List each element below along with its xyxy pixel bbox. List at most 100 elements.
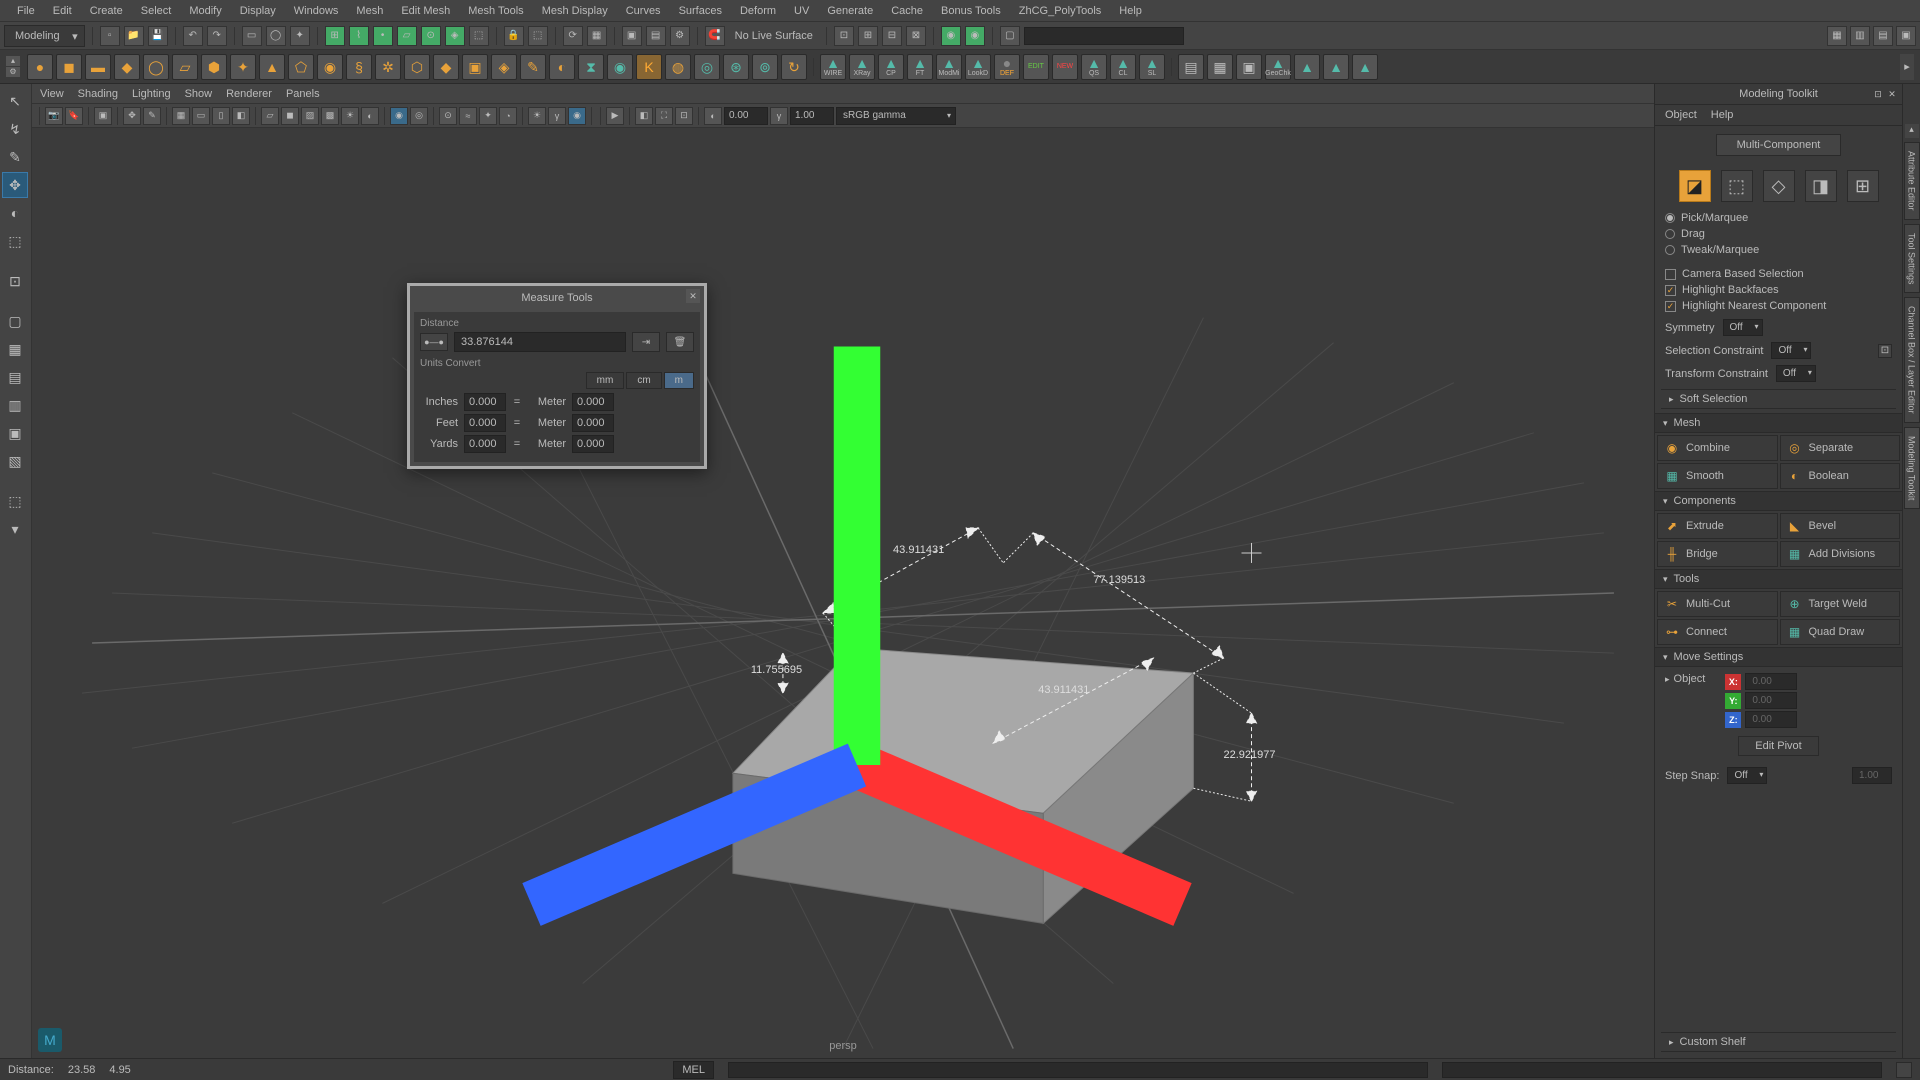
shelf-tab-up-icon[interactable]: ▴: [6, 56, 20, 66]
construction-plane-icon[interactable]: ▦: [587, 26, 607, 46]
shelf-options-icon[interactable]: ⚙: [6, 67, 20, 77]
menu-curves[interactable]: Curves: [617, 2, 670, 20]
motion-blur-icon[interactable]: ≈: [459, 107, 477, 125]
unit-m-button[interactable]: m: [664, 372, 694, 389]
pick-marquee-radio[interactable]: [1665, 213, 1675, 223]
shelf-extra-1-icon[interactable]: ▲: [1294, 54, 1320, 80]
geochk-shelf-icon[interactable]: ▲GeoChk: [1265, 54, 1291, 80]
separate-icon[interactable]: K: [636, 54, 662, 80]
convert-meter-value[interactable]: 0.000: [572, 393, 614, 411]
distance-mode-icon[interactable]: ●—●: [420, 333, 448, 351]
menu-file[interactable]: File: [8, 2, 44, 20]
menu-bonus-tools[interactable]: Bonus Tools: [932, 2, 1010, 20]
undo-icon[interactable]: ↶: [183, 26, 203, 46]
vertex-mode-button[interactable]: ⬚: [1721, 170, 1753, 202]
redo-icon[interactable]: ↷: [207, 26, 227, 46]
convert-yards-value[interactable]: 0.000: [464, 435, 506, 453]
panel-layout-4-icon[interactable]: ▣: [1896, 26, 1916, 46]
custom-shelf-section[interactable]: Custom Shelf: [1661, 1032, 1896, 1052]
edge-mode-button[interactable]: ◇: [1763, 170, 1795, 202]
menu-deform[interactable]: Deform: [731, 2, 785, 20]
convert-meter-value-3[interactable]: 0.000: [572, 435, 614, 453]
convert-inches-value[interactable]: 0.000: [464, 393, 506, 411]
ao-icon[interactable]: ⊙: [439, 107, 457, 125]
shelf-extra-2-icon[interactable]: ▲: [1323, 54, 1349, 80]
lasso-tool-button[interactable]: ↯: [2, 116, 28, 142]
axis-z-value[interactable]: 0.00: [1745, 711, 1797, 728]
lasso-tool-icon[interactable]: ◯: [266, 26, 286, 46]
separate-button[interactable]: ◎Separate: [1780, 435, 1901, 461]
camera-select-icon[interactable]: 📷: [45, 107, 63, 125]
textured-icon[interactable]: ▩: [321, 107, 339, 125]
poly-svg-icon[interactable]: ◈: [491, 54, 517, 80]
move-settings-section[interactable]: Move Settings: [1655, 647, 1902, 667]
unlock-icon[interactable]: ⬚: [528, 26, 548, 46]
collapse-icon[interactable]: ⊡: [675, 107, 693, 125]
panel-layout-2-icon[interactable]: ▥: [1850, 26, 1870, 46]
tab-tool-settings[interactable]: Tool Settings: [1904, 224, 1920, 294]
sculpt-icon[interactable]: ✎: [520, 54, 546, 80]
open-scene-icon[interactable]: 📁: [124, 26, 144, 46]
remesh-icon[interactable]: ⊛: [723, 54, 749, 80]
cp-shelf-icon[interactable]: ▲CP: [878, 54, 904, 80]
menu-uv[interactable]: UV: [785, 2, 818, 20]
image-plane-icon[interactable]: ▣: [94, 107, 112, 125]
poly-platonic-icon[interactable]: ✦: [230, 54, 256, 80]
toolkit-menu-help[interactable]: Help: [1711, 109, 1734, 121]
expand-icon[interactable]: ⛶: [655, 107, 673, 125]
layout-two-h-button[interactable]: ▤: [2, 364, 28, 390]
shelf-scroll-icon[interactable]: ▸: [1900, 54, 1914, 80]
combine-button[interactable]: ◉Combine: [1657, 435, 1778, 461]
triangulate-icon[interactable]: ↻: [781, 54, 807, 80]
fill-hole-icon[interactable]: ◍: [665, 54, 691, 80]
smooth-button[interactable]: ▦Smooth: [1657, 463, 1778, 489]
paint-select-icon[interactable]: ✦: [290, 26, 310, 46]
rotate-tool-button[interactable]: ◐: [2, 200, 28, 226]
lookd-shelf-icon[interactable]: ▲LookD: [965, 54, 991, 80]
menu-surfaces[interactable]: Surfaces: [670, 2, 731, 20]
target-weld-button[interactable]: ⊕Target Weld: [1780, 591, 1901, 617]
paint-tool-button[interactable]: ✎: [2, 144, 28, 170]
panel-layout-3-icon[interactable]: ▤: [1873, 26, 1893, 46]
scale-tool-button[interactable]: ⬚: [2, 228, 28, 254]
layout-two-v-button[interactable]: ▥: [2, 392, 28, 418]
exposure-slider-icon[interactable]: ◐: [704, 107, 722, 125]
modmi-shelf-icon[interactable]: ▲ModMi: [936, 54, 962, 80]
panel-menu-panels[interactable]: Panels: [286, 88, 320, 100]
snap-toggle-icon[interactable]: ⬚: [469, 26, 489, 46]
snap-point-icon[interactable]: •: [373, 26, 393, 46]
resolution-gate-icon[interactable]: ▯: [212, 107, 230, 125]
selection-constraint-options-icon[interactable]: ⊡: [1878, 344, 1892, 358]
wire-shelf-icon[interactable]: ▲WIRE: [820, 54, 846, 80]
film-gate-icon[interactable]: ▭: [192, 107, 210, 125]
object-mode-button[interactable]: ◪: [1679, 170, 1711, 202]
smooth-icon[interactable]: ◐: [549, 54, 575, 80]
lights-icon[interactable]: ☀: [341, 107, 359, 125]
custom-tool-button[interactable]: ⬚: [2, 488, 28, 514]
xray-shelf-icon[interactable]: ▲XRay: [849, 54, 875, 80]
hyper-shelf-icon[interactable]: ▣: [1236, 54, 1262, 80]
move-tool-button[interactable]: ✥: [2, 172, 28, 198]
wire-on-shaded-icon[interactable]: ▨: [301, 107, 319, 125]
distance-value-field[interactable]: 33.876144: [454, 332, 626, 352]
select-tool-icon[interactable]: ▭: [242, 26, 262, 46]
sym-x-icon[interactable]: ⊞: [858, 26, 878, 46]
drag-radio[interactable]: [1665, 229, 1675, 239]
panel-menu-lighting[interactable]: Lighting: [132, 88, 171, 100]
cl-shelf-icon[interactable]: ▲CL: [1110, 54, 1136, 80]
shaded-icon[interactable]: ◼: [281, 107, 299, 125]
script-output[interactable]: [1442, 1062, 1882, 1078]
lock-icon[interactable]: 🔒: [504, 26, 524, 46]
retopo-icon[interactable]: ⊚: [752, 54, 778, 80]
menu-help[interactable]: Help: [1110, 2, 1151, 20]
qs-shelf-icon[interactable]: ▲QS: [1081, 54, 1107, 80]
menu-zhcg-polytools[interactable]: ZhCG_PolyTools: [1010, 2, 1111, 20]
unit-cm-button[interactable]: cm: [626, 372, 661, 389]
layout-square-icon[interactable]: ▢: [1000, 26, 1020, 46]
poly-pipe-icon[interactable]: ◉: [317, 54, 343, 80]
convert-feet-value[interactable]: 0.000: [464, 414, 506, 432]
menu-mesh[interactable]: Mesh: [347, 2, 392, 20]
gamma-slider-icon[interactable]: γ: [770, 107, 788, 125]
exposure-value[interactable]: 0.00: [724, 107, 768, 125]
bevel-button[interactable]: ◣Bevel: [1780, 513, 1901, 539]
